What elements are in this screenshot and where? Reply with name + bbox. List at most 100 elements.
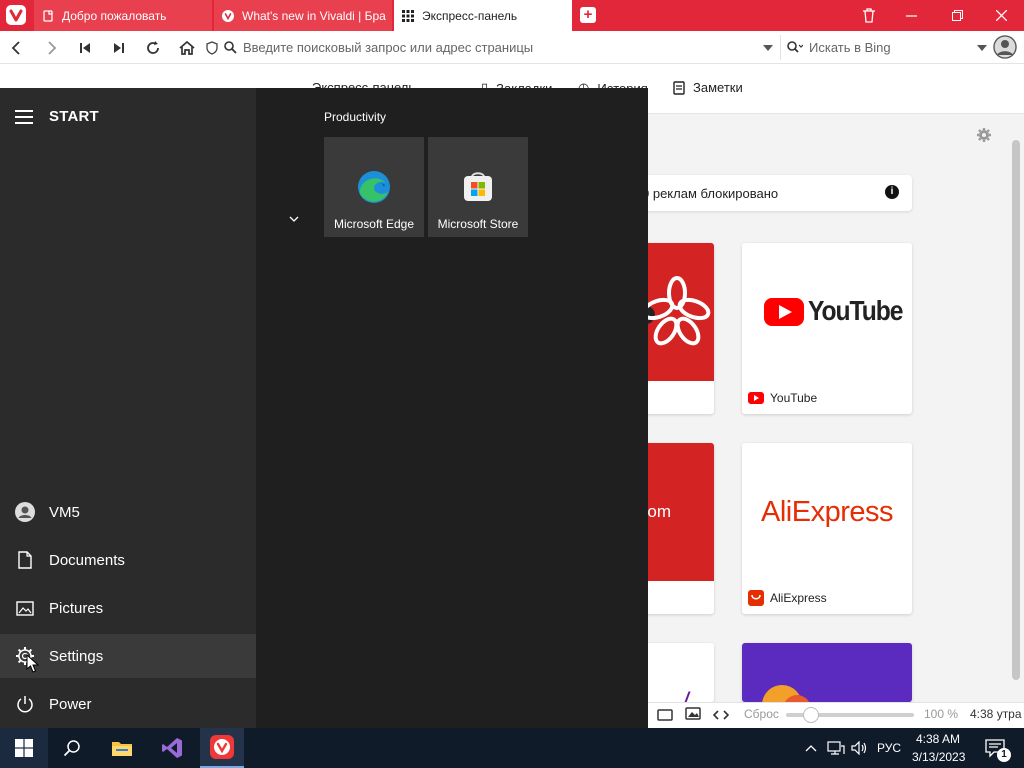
tab-welcome[interactable]: Добро пожаловать [34, 0, 212, 31]
restore-button[interactable] [934, 0, 980, 31]
tile-group-title: Productivity [324, 110, 387, 124]
vivaldi-icon [210, 735, 234, 759]
chevron-down-icon[interactable] [762, 44, 774, 52]
rail-item-pictures[interactable]: Pictures [0, 586, 256, 630]
rail-label: Power [49, 695, 92, 713]
rail-item-documents[interactable]: Documents [0, 538, 256, 582]
youtube-favicon-icon [748, 389, 764, 406]
edge-icon [358, 171, 390, 203]
power-icon [15, 694, 35, 714]
visual-studio-icon [162, 738, 182, 758]
url-placeholder: Введите поисковый запрос или адрес стран… [243, 40, 534, 55]
tile-label: Microsoft Store [437, 217, 519, 231]
tab-label: Добро пожаловать [62, 8, 167, 23]
chevron-down-icon[interactable] [287, 212, 301, 226]
notes-icon [673, 80, 685, 95]
notification-center-button[interactable]: 1 [978, 728, 1012, 768]
folder-icon [112, 742, 132, 756]
rail-item-power[interactable]: Power [0, 682, 256, 726]
code-icon[interactable] [712, 708, 730, 722]
network-icon[interactable] [826, 728, 846, 768]
rewind-button[interactable] [74, 37, 96, 59]
start-title: START [49, 108, 99, 125]
scroll-thumb[interactable] [1012, 140, 1020, 680]
window-icon[interactable] [657, 708, 673, 722]
user-avatar-icon [15, 502, 35, 522]
search-icon [63, 740, 80, 757]
document-icon [15, 550, 35, 570]
notification-badge: 1 [997, 748, 1011, 762]
status-clock: 4:38 утра [970, 707, 1022, 721]
chevron-down-icon[interactable] [976, 44, 988, 52]
speed-dial-card-partial[interactable] [742, 643, 912, 702]
notes-button[interactable]: Заметки [673, 80, 743, 95]
info-icon[interactable]: i [885, 185, 899, 199]
reload-button[interactable] [142, 37, 164, 59]
speed-dial-card-youtube[interactable]: YouTube YouTube [742, 243, 912, 414]
close-button[interactable] [978, 0, 1024, 31]
tab-label: What's new in Vivaldi | Бра [242, 8, 386, 23]
taskbar-time[interactable]: 4:38 AM [916, 732, 960, 746]
mouse-cursor-icon [26, 654, 40, 673]
card-thumbnail: YouTube [742, 243, 912, 381]
card-partial-text: om [647, 502, 671, 521]
fast-forward-button[interactable] [108, 37, 130, 59]
rail-label: Settings [49, 647, 104, 665]
zoom-reset-button[interactable]: Сброс [744, 707, 779, 721]
search-engine-icon[interactable] [787, 41, 803, 54]
card-thumbnail: AliExpress [742, 443, 912, 581]
taskbar-vivaldi[interactable] [200, 728, 244, 768]
aliexpress-wordmark: AliExpress [761, 495, 894, 528]
start-menu-rail [0, 88, 256, 728]
tab-whats-new[interactable]: What's new in Vivaldi | Бра [214, 0, 392, 31]
page-icon [43, 9, 53, 22]
rail-item-user[interactable]: VM5 [0, 490, 256, 534]
tile-microsoft-edge[interactable]: Microsoft Edge [324, 137, 424, 237]
rail-label: Pictures [49, 599, 104, 617]
image-icon[interactable] [685, 707, 701, 721]
search-field[interactable]: Искать в Bing [780, 35, 988, 60]
minimize-button[interactable] [888, 0, 934, 31]
trash-icon[interactable] [846, 0, 892, 31]
home-button[interactable] [176, 37, 198, 59]
tab-label: Экспресс-панель [422, 8, 518, 23]
youtube-wordmark: YouTube [808, 295, 903, 326]
picture-icon [15, 598, 35, 618]
language-indicator[interactable]: РУС [877, 741, 901, 755]
vivaldi-menu-icon[interactable] [6, 5, 26, 25]
tile-label: Microsoft Edge [333, 217, 415, 231]
store-icon [464, 172, 492, 201]
grid-icon [402, 9, 414, 22]
zoom-slider-handle[interactable] [803, 707, 819, 723]
start-button[interactable] [0, 728, 48, 768]
forward-button[interactable] [40, 37, 62, 59]
search-icon [224, 41, 237, 54]
zoom-level: 100 % [924, 707, 959, 721]
shield-icon[interactable] [206, 40, 218, 55]
aliexpress-favicon-icon [748, 589, 764, 606]
taskbar-date[interactable]: 3/13/2023 [912, 750, 965, 764]
search-placeholder: Искать в Bing [809, 40, 891, 55]
card-caption: YouTube [742, 381, 912, 414]
back-button[interactable] [6, 37, 28, 59]
taskbar-visual-studio[interactable] [150, 728, 194, 768]
taskbar-search-button[interactable] [50, 728, 94, 768]
volume-icon[interactable] [850, 728, 870, 768]
tab-speed-dial[interactable]: Экспресс-панель [394, 0, 572, 31]
rail-label: Documents [49, 551, 125, 569]
rail-label: VM5 [49, 503, 80, 521]
profile-avatar[interactable] [993, 35, 1017, 59]
hamburger-icon[interactable] [15, 110, 33, 124]
tile-microsoft-store[interactable]: Microsoft Store [428, 137, 528, 237]
ads-blocked-text: 0 реклам блокировано [642, 185, 779, 201]
gear-icon[interactable] [976, 127, 992, 143]
card-art-icon [762, 685, 810, 702]
url-field[interactable]: Введите поисковый запрос или адрес стран… [206, 35, 774, 60]
new-tab-button[interactable]: + [580, 7, 596, 23]
taskbar-file-explorer[interactable] [100, 728, 144, 768]
speed-dial-card-aliexpress[interactable]: AliExpress AliExpress [742, 443, 912, 614]
windows-logo-icon [15, 739, 33, 757]
card-caption: AliExpress [742, 581, 912, 614]
tray-chevron-up-icon[interactable] [802, 728, 820, 768]
card-title: AliExpress [770, 590, 827, 605]
